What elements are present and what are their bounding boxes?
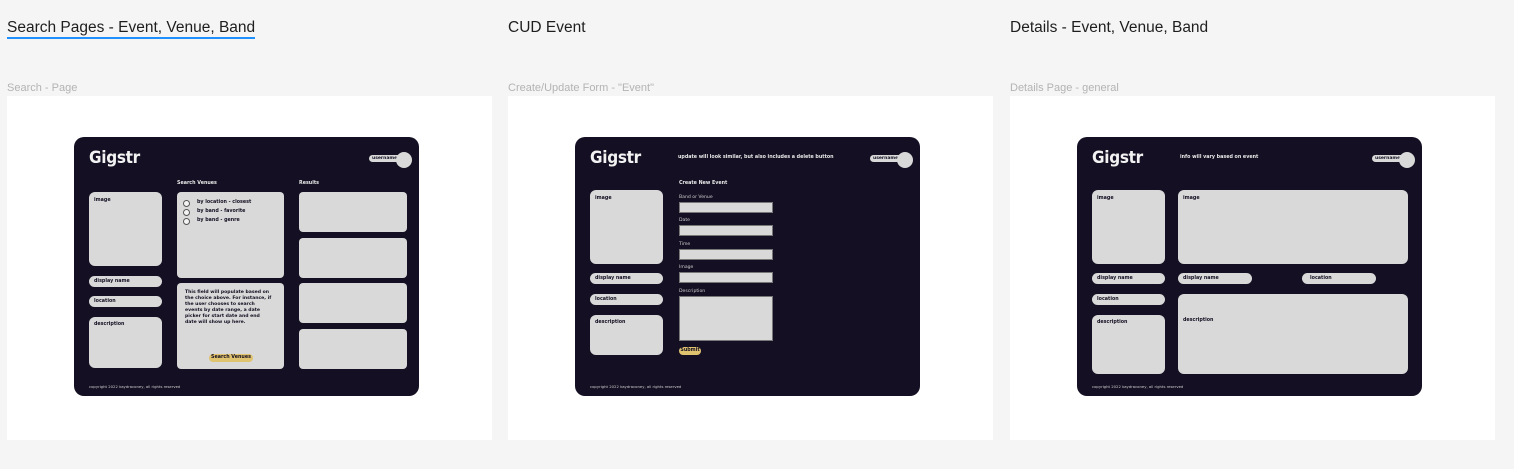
main-description-label: description [1183, 318, 1214, 323]
main-location-label: location [1310, 276, 1332, 281]
copyright: copyright 2022 kaydraconey, all rights r… [1092, 384, 1184, 389]
results-heading: Results [299, 181, 320, 186]
info-text: This field will populate based on the ch… [185, 290, 272, 325]
image-label: image [595, 196, 612, 201]
location-label: location [595, 297, 617, 302]
radio-label-location: by location - closest [197, 200, 252, 205]
location-field: location [590, 294, 663, 305]
app-window: Gigstr update will look similar, but als… [575, 137, 920, 396]
app-window: Gigstr username image display name locat… [74, 137, 419, 396]
time-input[interactable] [679, 249, 773, 260]
display-name-label: display name [94, 279, 130, 284]
form-heading: Create New Event [679, 181, 728, 186]
field-label-image: Image [679, 265, 694, 270]
display-name-label: display name [1097, 276, 1133, 281]
description-box: description [590, 315, 663, 355]
section-title-details[interactable]: Details - Event, Venue, Band [1010, 19, 1208, 37]
radio-band-favorite[interactable] [183, 209, 190, 216]
location-field: location [1092, 294, 1165, 305]
user-avatar-toggle[interactable] [897, 152, 913, 168]
description-label: description [595, 320, 626, 325]
description-label: description [94, 322, 125, 327]
field-label-date: Date [679, 218, 690, 223]
result-card[interactable] [299, 192, 407, 232]
result-card[interactable] [299, 283, 407, 323]
display-name-field: display name [590, 273, 663, 284]
copyright: copyright 2022 kaydraconey, all rights r… [590, 384, 682, 389]
update-note: update will look similar, but also inclu… [678, 155, 834, 160]
frame-cud[interactable]: Gigstr update will look similar, but als… [508, 96, 993, 440]
main-image-label: image [1183, 196, 1200, 201]
username-label: username [1375, 156, 1401, 161]
search-venues-heading: Search Venues [177, 181, 217, 186]
main-image-placeholder: image [1178, 190, 1408, 264]
band-venue-input[interactable] [679, 202, 773, 213]
image-placeholder: image [89, 192, 162, 266]
main-description-box: description [1178, 294, 1408, 374]
description-textarea[interactable] [679, 296, 773, 341]
logo[interactable]: Gigstr [89, 148, 140, 168]
frame-details[interactable]: Gigstr info will vary based on event use… [1010, 96, 1495, 440]
logo[interactable]: Gigstr [590, 148, 641, 168]
app-window: Gigstr info will vary based on event use… [1077, 137, 1422, 396]
search-options-box: by location - closest by band - favorite… [177, 192, 284, 278]
main-display-name-field: display name [1178, 273, 1252, 284]
location-label: location [1097, 297, 1119, 302]
description-label: description [1097, 320, 1128, 325]
submit-button[interactable]: Submit [679, 347, 701, 355]
description-box: description [1092, 315, 1165, 374]
search-detail-box: This field will populate based on the ch… [177, 283, 284, 369]
section-title-search[interactable]: Search Pages - Event, Venue, Band [7, 19, 256, 39]
location-field: location [89, 296, 162, 307]
location-label: location [94, 299, 116, 304]
image-placeholder: image [590, 190, 663, 264]
field-label-band-venue: Band or Venue [679, 195, 713, 200]
image-label: image [1097, 196, 1114, 201]
main-display-name-label: display name [1183, 276, 1219, 281]
display-name-field: display name [89, 276, 162, 287]
display-name-field: display name [1092, 273, 1165, 284]
frame-label-details[interactable]: Details Page - general [1010, 82, 1119, 94]
radio-label-band-favorite: by band - favorite [197, 209, 246, 214]
info-note: info will vary based on event [1180, 155, 1259, 160]
field-label-description: Description [679, 289, 706, 294]
field-label-time: Time [679, 242, 691, 247]
username-label: username [873, 156, 899, 161]
main-location-field: location [1302, 273, 1376, 284]
display-name-label: display name [595, 276, 631, 281]
image-input[interactable] [679, 272, 773, 283]
section-title-cud[interactable]: CUD Event [508, 19, 586, 37]
search-venues-button[interactable]: Search Venues [209, 354, 253, 362]
frame-label-cud[interactable]: Create/Update Form - "Event" [508, 82, 654, 94]
frame-search[interactable]: Gigstr username image display name locat… [7, 96, 492, 440]
radio-label-band-genre: by band - genre [197, 218, 240, 223]
frame-label-search[interactable]: Search - Page [7, 82, 77, 94]
username-label: username [372, 156, 398, 161]
user-avatar-toggle[interactable] [1399, 152, 1415, 168]
description-box: description [89, 317, 162, 368]
copyright: copyright 2022 kaydraconey, all rights r… [89, 384, 181, 389]
image-placeholder: image [1092, 190, 1165, 264]
date-input[interactable] [679, 225, 773, 236]
logo[interactable]: Gigstr [1092, 148, 1143, 168]
radio-band-genre[interactable] [183, 218, 190, 225]
user-avatar-toggle[interactable] [396, 152, 412, 168]
result-card[interactable] [299, 329, 407, 369]
radio-location[interactable] [183, 200, 190, 207]
result-card[interactable] [299, 238, 407, 278]
image-label: image [94, 198, 111, 203]
